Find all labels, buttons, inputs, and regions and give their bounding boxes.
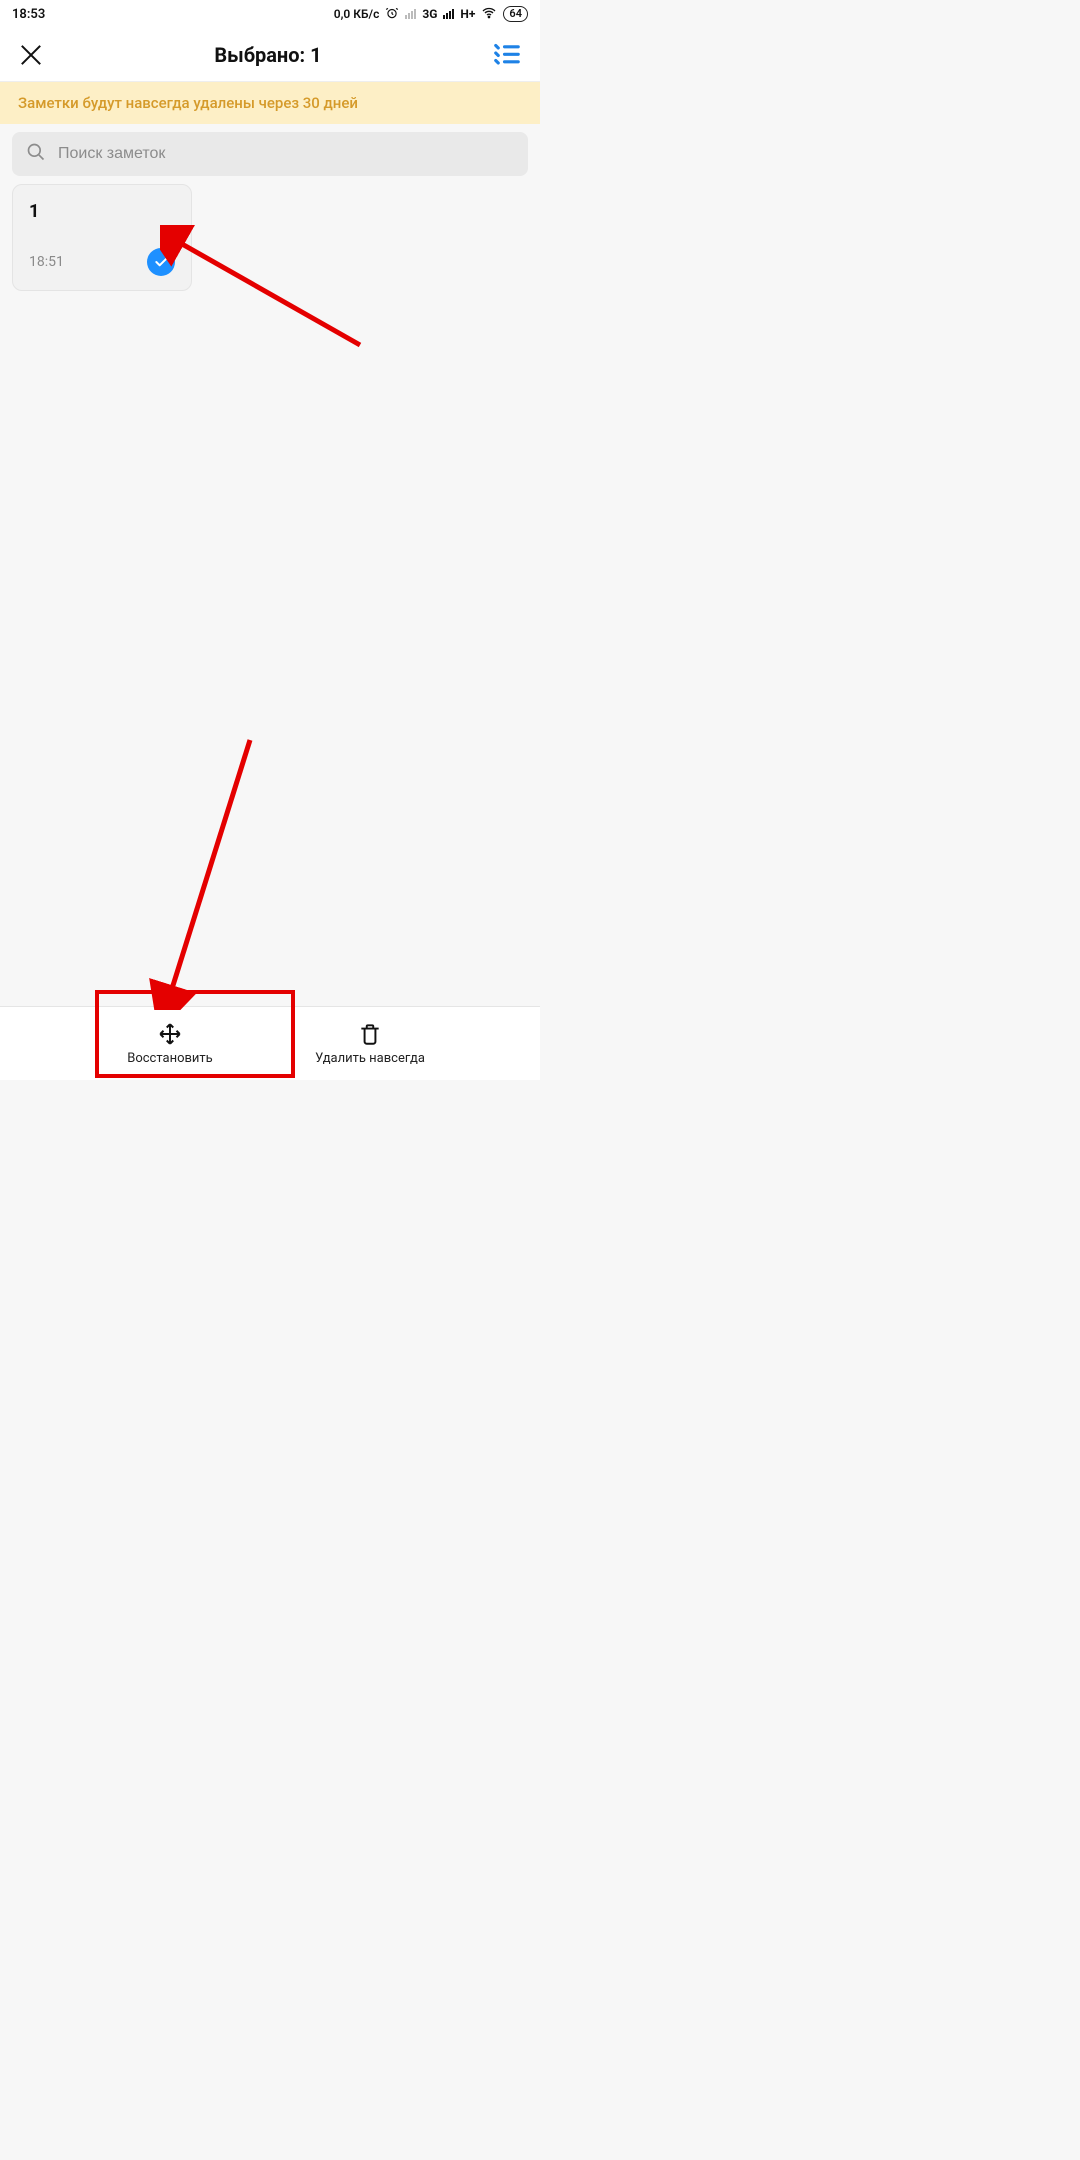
- battery-indicator: 64: [503, 6, 528, 22]
- delete-label: Удалить навсегда: [315, 1051, 425, 1066]
- wifi-icon: [481, 5, 497, 24]
- status-net2: H+: [460, 7, 475, 21]
- annotation-arrow-2: [140, 730, 270, 1010]
- banner-text: Заметки будут навсегда удалены через 30 …: [18, 94, 358, 112]
- trash-banner: Заметки будут навсегда удалены через 30 …: [0, 82, 540, 124]
- search-input[interactable]: [58, 145, 514, 163]
- select-all-icon[interactable]: [492, 38, 522, 72]
- header-title: Выбрано: 1: [44, 43, 492, 67]
- alarm-icon: [385, 6, 399, 23]
- status-bar: 18:53 0,0 КБ/с 3G H+ 64: [0, 0, 540, 28]
- trash-icon: [357, 1021, 383, 1047]
- close-icon[interactable]: [18, 42, 44, 68]
- status-speed: 0,0 КБ/с: [334, 7, 380, 21]
- note-title: 1: [29, 201, 175, 222]
- note-time: 18:51: [29, 254, 64, 270]
- status-time: 18:53: [12, 7, 45, 22]
- signal-2-icon: [443, 9, 454, 19]
- selection-header: Выбрано: 1: [0, 28, 540, 82]
- annotation-box: [95, 990, 295, 1078]
- signal-1-icon: [405, 9, 416, 19]
- status-net1: 3G: [422, 7, 437, 21]
- checkmark-icon[interactable]: [147, 248, 175, 276]
- search-icon: [26, 142, 46, 166]
- delete-forever-button[interactable]: Удалить навсегда: [285, 1021, 455, 1066]
- note-card[interactable]: 1 18:51: [12, 184, 192, 291]
- search-bar[interactable]: [12, 132, 528, 176]
